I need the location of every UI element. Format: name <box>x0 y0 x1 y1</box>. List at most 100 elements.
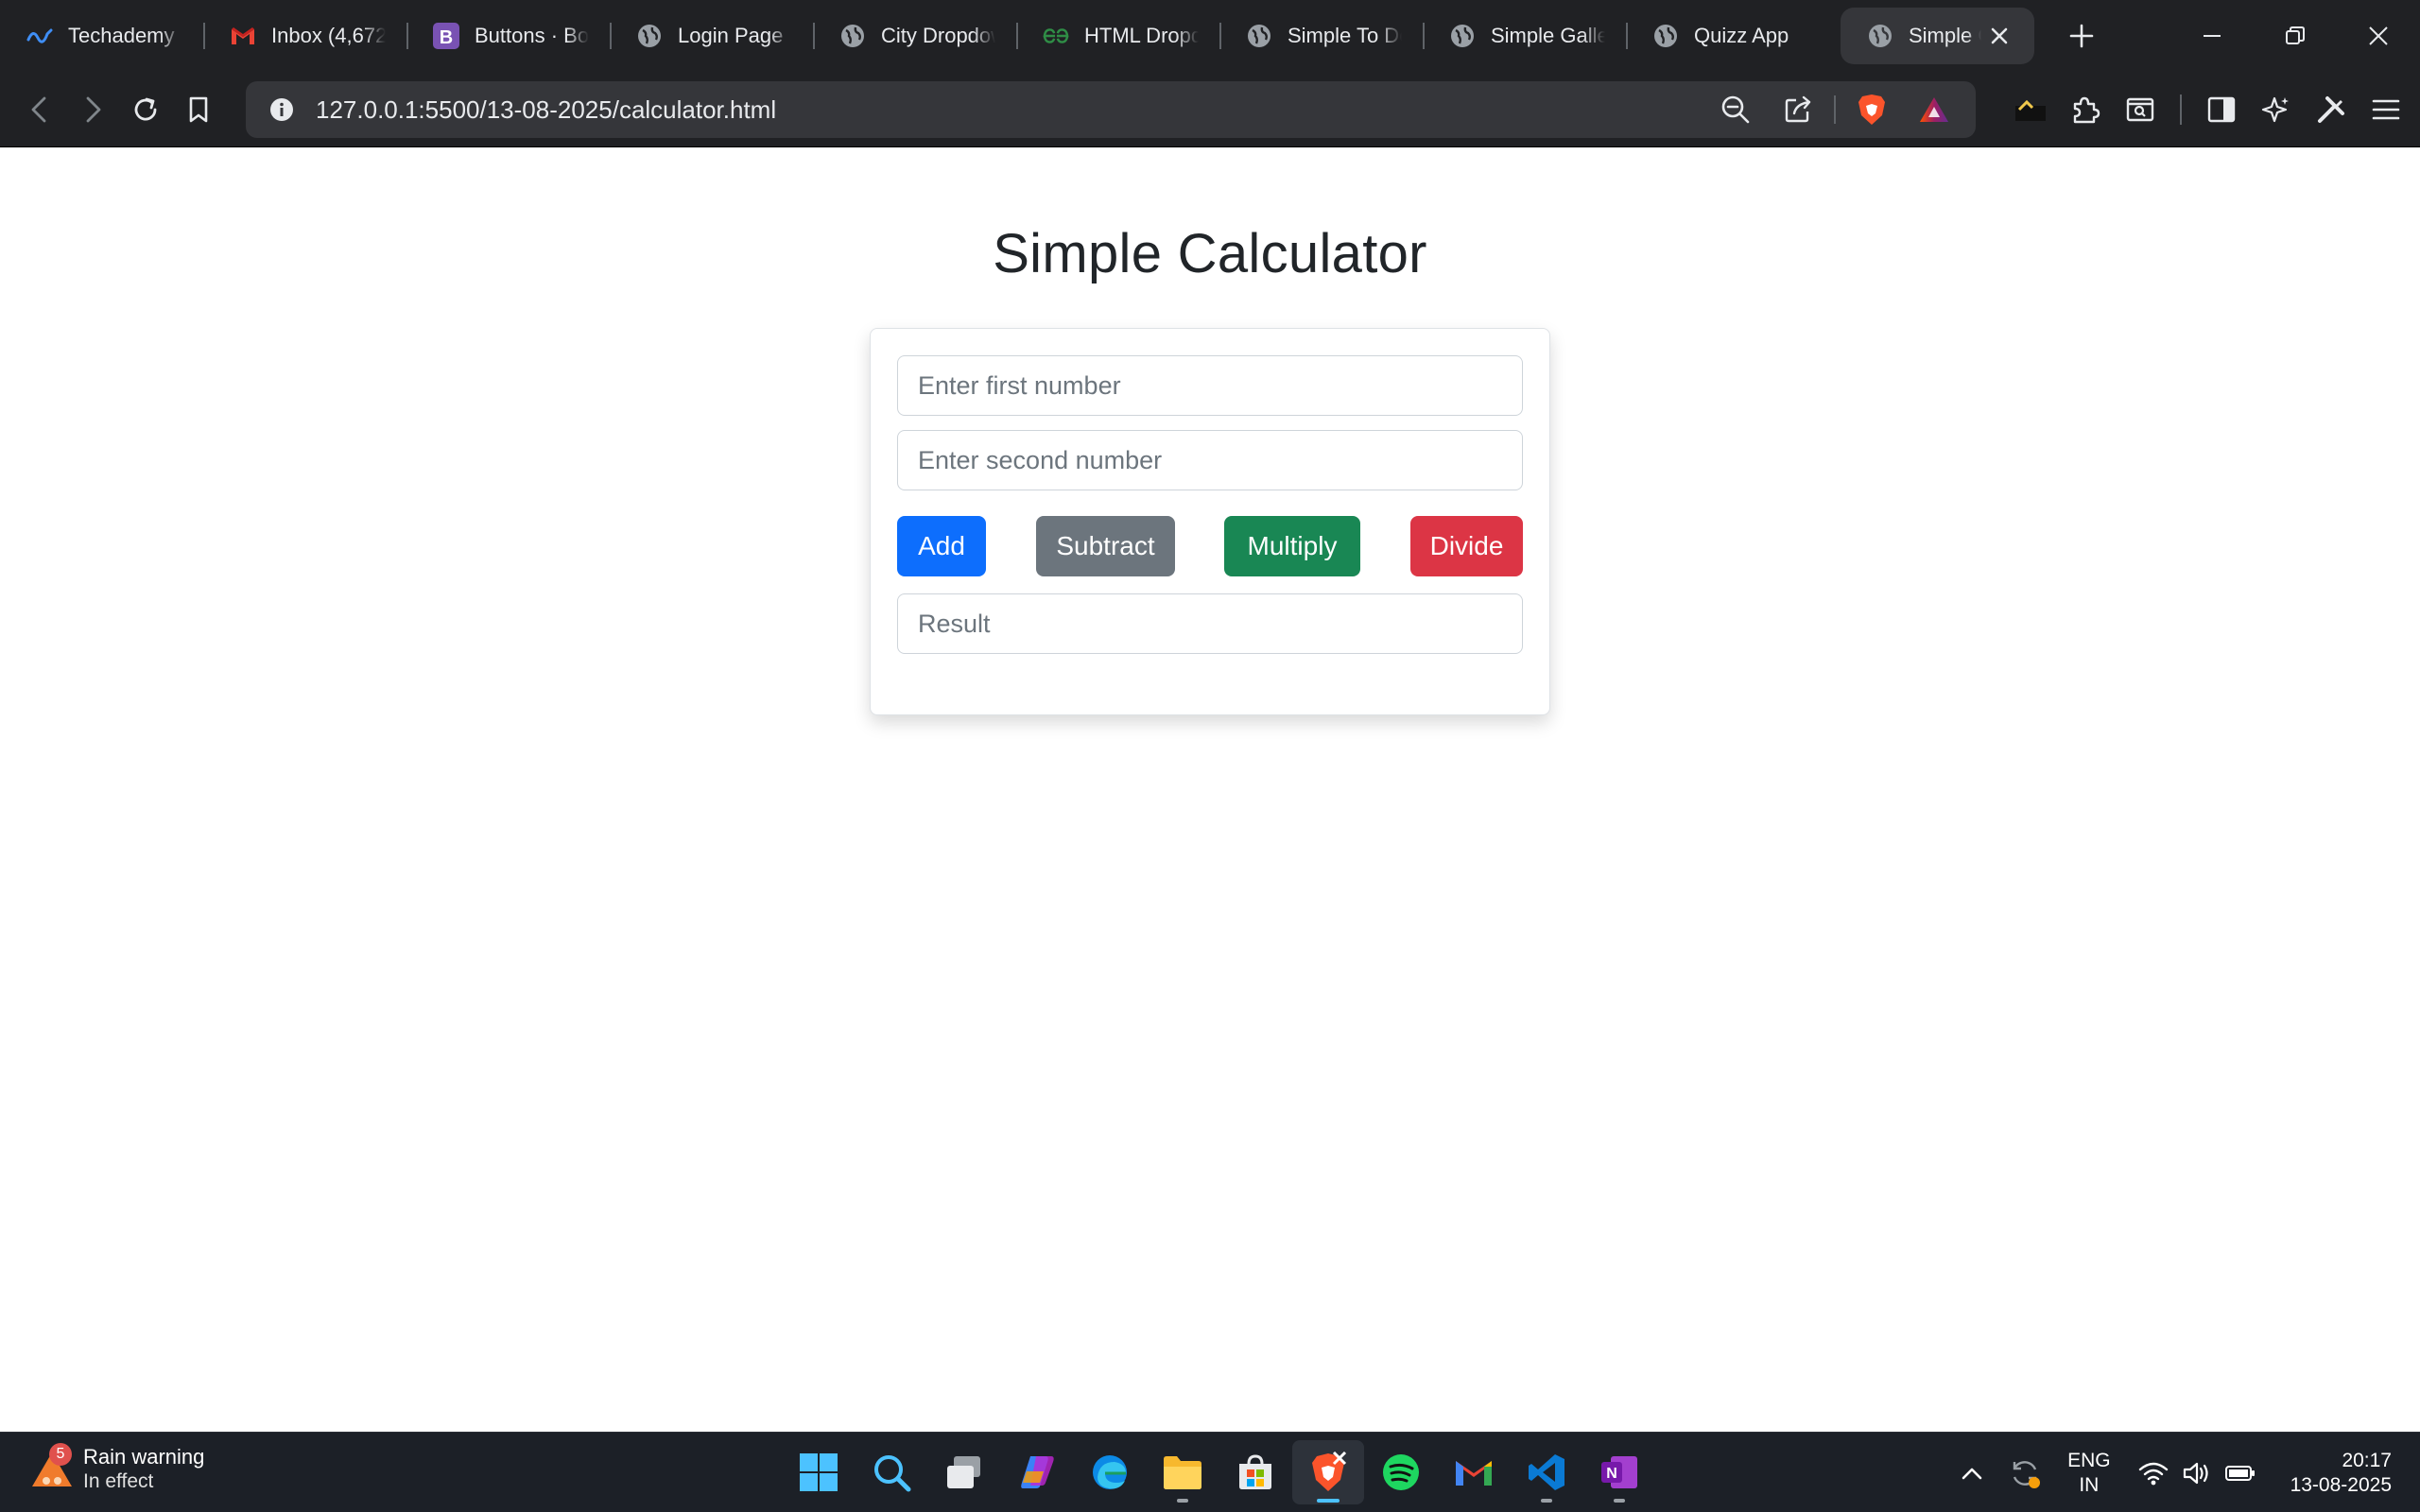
clock-date: 13-08-2025 <box>2290 1473 2392 1496</box>
sparkle-icon <box>2261 96 2289 123</box>
sync-status-button[interactable] <box>2003 1452 2047 1495</box>
url-text[interactable]: 127.0.0.1:5500/13-08-2025/calculator.htm… <box>316 95 1709 125</box>
globe-icon <box>839 23 866 49</box>
close-window-button[interactable] <box>2337 0 2420 72</box>
tab-login-page[interactable]: Login Page <box>610 8 813 64</box>
folder-icon <box>1164 1456 1201 1489</box>
edge-app[interactable] <box>1074 1440 1146 1504</box>
sidebar-button[interactable] <box>2195 83 2248 136</box>
reload-button[interactable] <box>119 83 172 136</box>
globe-icon <box>1652 23 1679 49</box>
microsoft-store-app[interactable] <box>1219 1440 1291 1504</box>
zoom-button[interactable] <box>1709 83 1762 136</box>
running-indicator <box>1177 1499 1188 1503</box>
tools-icon <box>2318 96 2344 123</box>
address-bar-actions <box>1709 83 1976 136</box>
vpn-tools-button[interactable] <box>2305 83 2358 136</box>
tab-label: Inbox (4,672) <box>271 24 386 47</box>
address-bar[interactable]: 127.0.0.1:5500/13-08-2025/calculator.htm… <box>246 81 1976 138</box>
tab-simple-gallery[interactable]: Simple Gallery <box>1423 8 1626 64</box>
add-button[interactable]: Add <box>897 516 986 576</box>
minimize-button[interactable] <box>2170 0 2254 72</box>
restore-icon <box>2286 26 2305 44</box>
tab-bootstrap[interactable]: B Buttons · Bootstrap <box>406 8 610 64</box>
weather-widget[interactable]: 5 Rain warning In effect <box>28 1443 205 1493</box>
window-controls <box>2170 0 2420 72</box>
result-field <box>897 593 1523 654</box>
brave-rewards-button[interactable] <box>1908 83 1961 136</box>
vscode-app[interactable] <box>1511 1440 1582 1504</box>
battery-icon[interactable] <box>2219 1452 2262 1495</box>
system-tray: ENG IN 20:17 13-08-2025 <box>1950 1433 2392 1512</box>
subtract-button[interactable]: Subtract <box>1036 516 1175 576</box>
weather-title: Rain warning <box>83 1445 205 1469</box>
spotify-icon <box>1383 1454 1419 1490</box>
browser-toolbar: 127.0.0.1:5500/13-08-2025/calculator.htm… <box>0 72 2420 147</box>
edge-icon <box>1093 1455 1127 1489</box>
language-code: ENG <box>2067 1449 2111 1471</box>
windows-taskbar: 5 Rain warning In effect N ENG IN 20:17 … <box>0 1432 2420 1512</box>
start-button[interactable] <box>783 1440 855 1504</box>
language-indicator[interactable]: ENG IN <box>2067 1449 2111 1498</box>
tab-label: Login Page <box>678 24 784 47</box>
forward-arrow-icon <box>86 96 101 122</box>
close-tab-icon[interactable] <box>1985 22 2014 50</box>
second-number-input[interactable] <box>897 430 1523 490</box>
hamburger-menu-icon <box>2372 99 2400 120</box>
wifi-icon[interactable] <box>2132 1452 2175 1495</box>
share-button[interactable] <box>1772 83 1824 136</box>
tab-gmail[interactable]: Inbox (4,672) <box>203 8 406 64</box>
tab-quizz-app[interactable]: Quizz App <box>1626 8 1829 64</box>
volume-icon[interactable] <box>2175 1452 2219 1495</box>
restore-button[interactable] <box>2254 0 2337 72</box>
calculator-card: Add Subtract Multiply Divide <box>870 328 1550 715</box>
divide-button[interactable]: Divide <box>1410 516 1523 576</box>
show-hidden-icons-button[interactable] <box>1950 1452 1994 1495</box>
close-icon <box>2369 26 2388 45</box>
onenote-app[interactable]: N <box>1583 1440 1655 1504</box>
site-info-icon[interactable] <box>253 97 310 122</box>
file-explorer-app[interactable] <box>1147 1440 1219 1504</box>
forward-button[interactable] <box>66 83 119 136</box>
vscode-icon <box>1529 1454 1564 1490</box>
clock[interactable]: 20:17 13-08-2025 <box>2290 1449 2392 1498</box>
bookmark-button[interactable] <box>172 83 225 136</box>
region-code: IN <box>2079 1473 2100 1496</box>
new-tab-button[interactable] <box>2055 9 2108 62</box>
leo-ai-button[interactable] <box>2250 83 2303 136</box>
search-button[interactable] <box>856 1440 927 1504</box>
globe-icon <box>1867 23 1893 49</box>
back-button[interactable] <box>13 83 66 136</box>
extensions-button[interactable] <box>2059 83 2112 136</box>
gmail-icon <box>230 23 256 49</box>
first-number-input[interactable] <box>897 355 1523 416</box>
running-indicator <box>1541 1499 1552 1503</box>
tab-label: HTML Dropdown <box>1084 24 1199 47</box>
tab-city-dropdown[interactable]: City Dropdown <box>813 8 1016 64</box>
tab-html-dropdown[interactable]: HTML Dropdown <box>1016 8 1219 64</box>
running-indicator <box>1317 1499 1340 1503</box>
web-page: Simple Calculator Add Subtract Multiply … <box>0 148 2420 1432</box>
svg-text:N: N <box>1606 1466 1617 1482</box>
menu-button[interactable] <box>2360 83 2412 136</box>
tab-simple-calculator-active[interactable]: Simple Calculator <box>1841 8 2034 64</box>
back-arrow-icon <box>31 96 46 122</box>
multiply-button[interactable]: Multiply <box>1224 516 1360 576</box>
brave-browser-app[interactable] <box>1292 1440 1364 1504</box>
search-icon <box>874 1455 911 1492</box>
task-view-button[interactable] <box>928 1440 1000 1504</box>
reader-mode-button[interactable] <box>2114 83 2167 136</box>
gmail-app[interactable] <box>1438 1440 1510 1504</box>
globe-icon <box>1449 23 1476 49</box>
copilot-app[interactable] <box>1001 1440 1073 1504</box>
tab-label: City Dropdown <box>881 24 995 47</box>
techademy-icon <box>26 23 53 49</box>
tab-techademy[interactable]: Techademy <box>0 8 203 64</box>
spotify-app[interactable] <box>1365 1440 1437 1504</box>
windows-logo-icon <box>800 1453 838 1491</box>
extension-button[interactable] <box>2004 83 2057 136</box>
brave-shields-button[interactable] <box>1845 83 1898 136</box>
divider <box>2180 94 2182 125</box>
tab-simple-todo[interactable]: Simple To Do <box>1219 8 1423 64</box>
brave-browser-icon <box>1312 1452 1347 1491</box>
